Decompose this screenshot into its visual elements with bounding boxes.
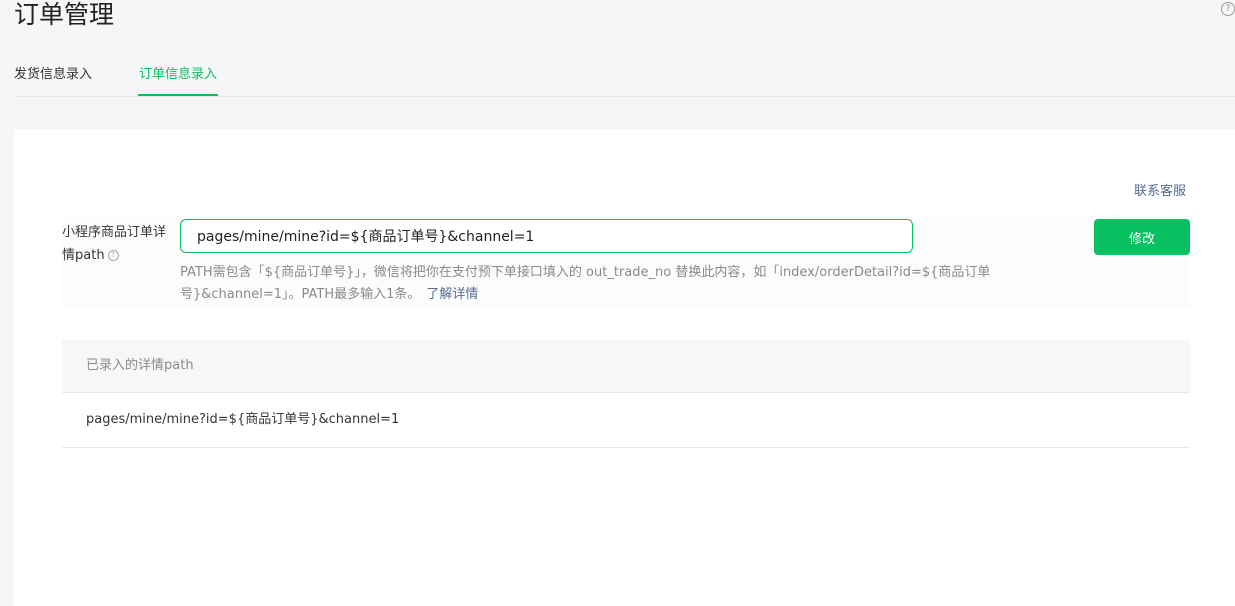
tab-order-info-entry[interactable]: 订单信息录入: [138, 67, 219, 96]
detail-path-input[interactable]: [180, 219, 913, 253]
contact-support-link[interactable]: 联系客服: [1134, 180, 1186, 199]
table-row: pages/mine/mine?id=${商品订单号}&channel=1: [62, 393, 1190, 448]
help-icon[interactable]: ?: [1221, 2, 1235, 16]
question-icon[interactable]: ?: [107, 250, 119, 261]
page-title: 订单管理: [14, 0, 115, 29]
table-header: 已录入的详情path: [62, 340, 1190, 393]
entered-path-table: 已录入的详情path pages/mine/mine?id=${商品订单号}&c…: [62, 340, 1190, 448]
modify-button[interactable]: 修改: [1094, 219, 1190, 255]
tab-shipping-info-entry[interactable]: 发货信息录入: [14, 67, 92, 96]
path-tip-text: PATH需包含「${商品订单号}」，微信将把你在支付预下单接口填入的 out_t…: [180, 265, 991, 302]
tab-bar: 发货信息录入 订单信息录入: [14, 56, 1235, 97]
learn-more-link[interactable]: 了解详情: [426, 287, 478, 302]
content-card: 联系客服 小程序商品订单详情path? 修改 PATH需包含「${商品订单号}」…: [14, 129, 1235, 606]
detail-path-label: 小程序商品订单详情path?: [62, 221, 166, 267]
detail-path-form-row: 小程序商品订单详情path? 修改 PATH需包含「${商品订单号}」，微信将把…: [62, 217, 1190, 309]
path-tip: PATH需包含「${商品订单号}」，微信将把你在支付预下单接口填入的 out_t…: [180, 262, 1050, 306]
